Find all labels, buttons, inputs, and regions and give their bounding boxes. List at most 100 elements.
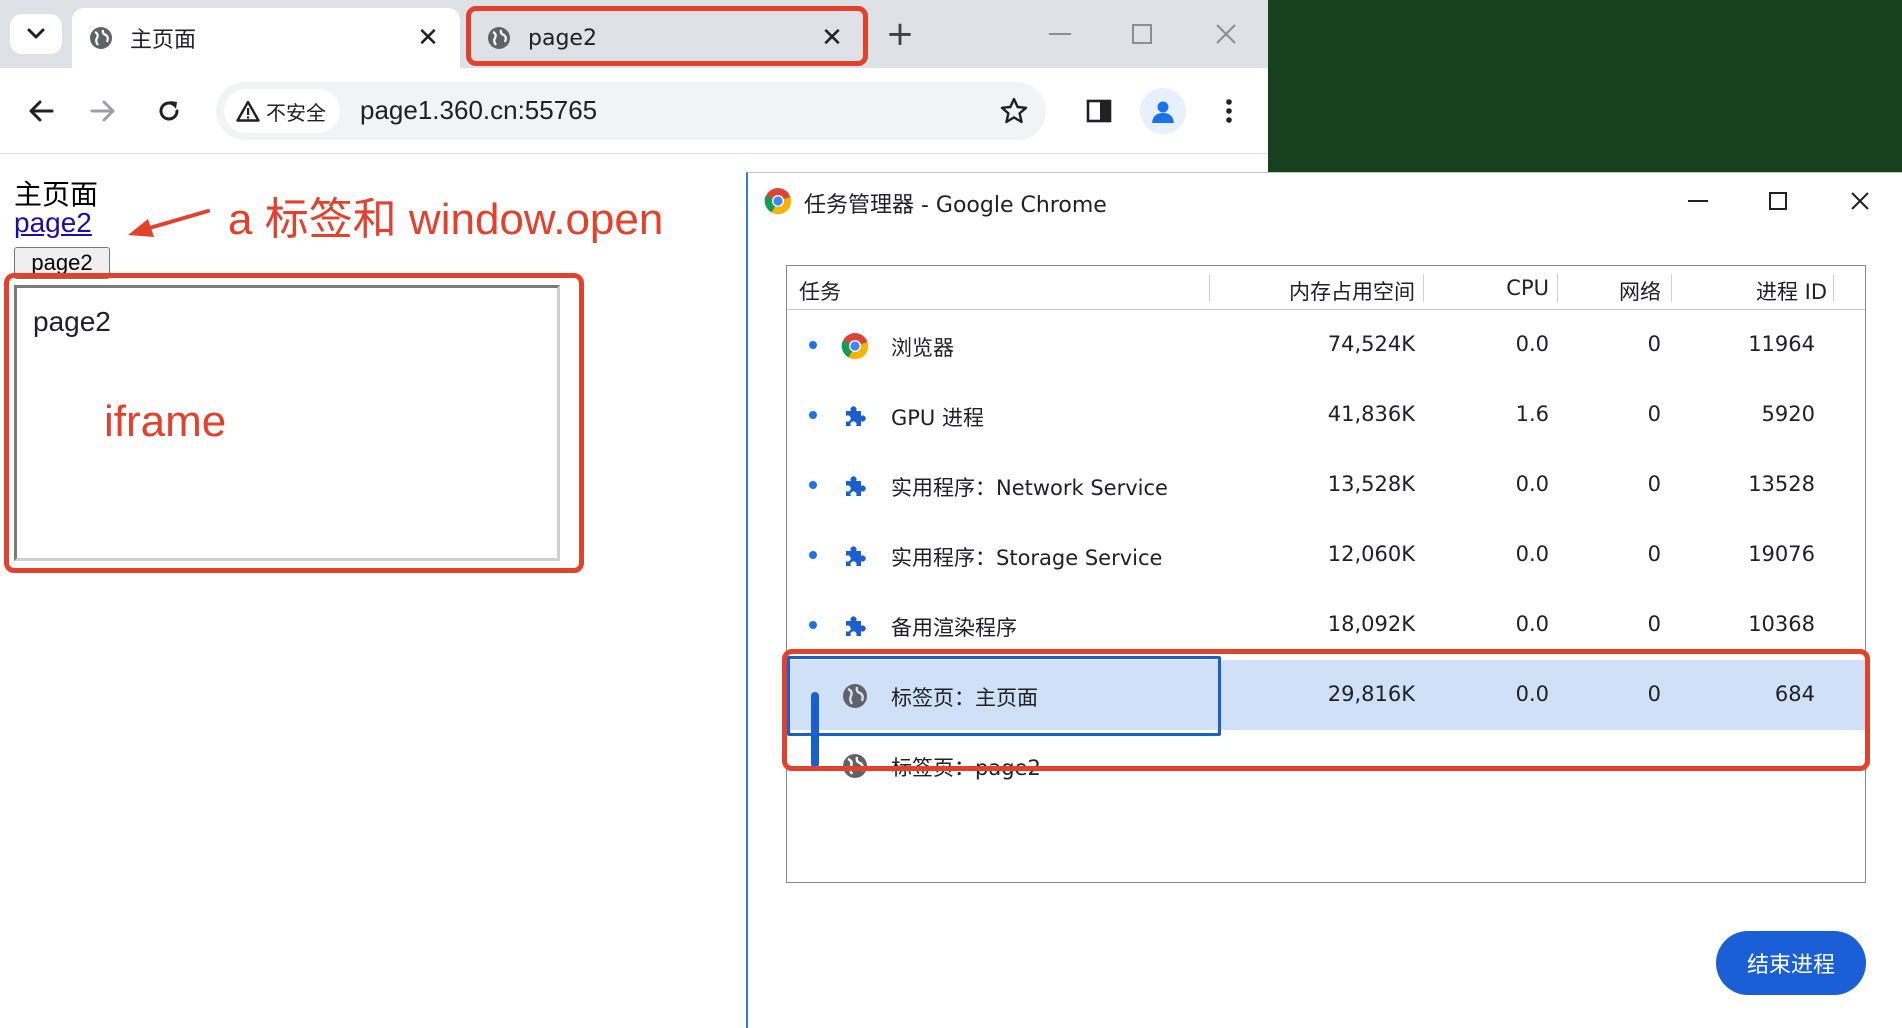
column-divider — [1671, 274, 1672, 302]
puzzle-icon — [846, 546, 866, 566]
pid-value: 11964 — [1748, 332, 1815, 356]
reload-icon — [159, 101, 179, 121]
tab-close-button[interactable]: ✕ — [408, 18, 448, 58]
forward-button[interactable] — [80, 88, 126, 134]
side-panel-icon — [1086, 99, 1112, 123]
tm-close-button[interactable] — [1832, 177, 1888, 225]
cpu-value: 0.0 — [1515, 332, 1549, 356]
end-process-button[interactable]: 结束进程 — [1716, 931, 1866, 995]
minimize-icon — [1049, 33, 1071, 35]
chrome-icon — [841, 333, 869, 360]
cpu-value: 1.6 — [1515, 402, 1549, 426]
new-tab-button[interactable]: + — [878, 12, 922, 56]
reload-button[interactable] — [146, 88, 192, 134]
maximize-button[interactable] — [1114, 8, 1170, 60]
table-row[interactable]: 实用程序：Network Service 13,528K 0.0 0 13528 — [787, 450, 1865, 520]
column-divider — [1209, 274, 1210, 302]
star-icon — [1000, 97, 1028, 124]
task-name: GPU 进程 — [891, 406, 984, 430]
network-value: 0 — [1647, 542, 1661, 566]
menu-button[interactable] — [1206, 88, 1252, 134]
warning-icon — [236, 100, 260, 122]
bookmark-button[interactable] — [992, 89, 1036, 133]
cpu-value: 0.0 — [1515, 472, 1549, 496]
annotation-tab-box — [466, 6, 868, 66]
column-header-network[interactable]: 网络 — [1619, 276, 1661, 306]
browser-toolbar: 不安全 page1.360.cn:55765 — [0, 68, 1268, 154]
column-divider — [1833, 274, 1834, 302]
tab-title: 主页面 — [130, 28, 197, 53]
row-bullet — [809, 621, 817, 629]
pid-value: 13528 — [1748, 472, 1815, 496]
pid-value: 10368 — [1748, 612, 1815, 636]
memory-value: 74,524K — [1327, 332, 1415, 356]
cpu-value: 0.0 — [1515, 612, 1549, 636]
minimize-button[interactable] — [1032, 8, 1088, 60]
chrome-icon — [764, 188, 792, 215]
network-value: 0 — [1647, 332, 1661, 356]
memory-value: 13,528K — [1327, 472, 1415, 496]
profile-button[interactable] — [1140, 88, 1186, 134]
memory-value: 41,836K — [1327, 402, 1415, 426]
minimize-icon — [1688, 200, 1708, 202]
tm-minimize-button[interactable] — [1670, 177, 1726, 225]
task-manager-window: 任务管理器 - Google Chrome 任务 内存占用空间 CPU 网络 进… — [746, 172, 1902, 1028]
task-manager-title: 任务管理器 - Google Chrome — [804, 193, 1107, 218]
close-icon — [1216, 24, 1236, 44]
table-row[interactable]: GPU 进程 41,836K 1.6 0 5920 — [787, 380, 1865, 450]
desktop-background — [1268, 0, 1902, 172]
task-manager-titlebar: 任务管理器 - Google Chrome — [748, 173, 1902, 229]
row-bullet — [809, 481, 817, 489]
task-name: 实用程序：Storage Service — [891, 546, 1163, 570]
security-label: 不安全 — [266, 100, 326, 125]
task-table-header: 任务 内存占用空间 CPU 网络 进程 ID — [787, 266, 1865, 310]
network-value: 0 — [1647, 612, 1661, 636]
row-bullet — [809, 341, 817, 349]
arrow-left-icon — [29, 100, 54, 122]
column-header-pid[interactable]: 进程 ID — [1756, 276, 1827, 306]
security-chip[interactable]: 不安全 — [224, 89, 340, 133]
puzzle-icon — [846, 616, 866, 636]
tab-search-button[interactable] — [10, 14, 62, 54]
url-text[interactable]: page1.360.cn:55765 — [360, 95, 597, 126]
tm-maximize-button[interactable] — [1750, 177, 1806, 225]
back-button[interactable] — [18, 88, 64, 134]
globe-icon — [88, 25, 114, 51]
pid-value: 5920 — [1761, 402, 1815, 426]
annotation-iframe-box — [4, 273, 584, 573]
close-icon — [1851, 192, 1869, 210]
more-vert-icon — [1226, 99, 1232, 123]
annotation-arrow-label: a 标签和 window.open — [228, 195, 664, 244]
row-bullet — [809, 411, 817, 419]
chevron-down-icon — [27, 28, 45, 39]
column-divider — [1423, 274, 1424, 302]
network-value: 0 — [1647, 402, 1661, 426]
puzzle-icon — [846, 406, 866, 426]
memory-value: 12,060K — [1327, 542, 1415, 566]
row-bullet — [809, 551, 817, 559]
side-panel-button[interactable] — [1076, 88, 1122, 134]
annotation-arrow-icon — [128, 209, 210, 237]
table-row[interactable]: 实用程序：Storage Service 12,060K 0.0 0 19076 — [787, 520, 1865, 590]
maximize-icon — [1769, 192, 1787, 210]
annotation-tabs-box — [782, 649, 1870, 771]
arrow-right-icon — [90, 100, 115, 122]
table-row[interactable]: 浏览器 74,524K 0.0 0 11964 — [787, 310, 1865, 380]
task-name: 实用程序：Network Service — [891, 476, 1168, 500]
pid-value: 19076 — [1748, 542, 1815, 566]
tab-main-page[interactable]: 主页面 ✕ — [72, 8, 460, 68]
column-header-cpu[interactable]: CPU — [1506, 276, 1549, 300]
page2-link[interactable]: page2 — [14, 207, 92, 239]
task-table: 任务 内存占用空间 CPU 网络 进程 ID 浏览器 74,524K 0.0 0… — [786, 265, 1866, 883]
task-name: 备用渲染程序 — [891, 616, 1017, 640]
cpu-value: 0.0 — [1515, 542, 1549, 566]
task-name: 浏览器 — [891, 336, 954, 360]
address-bar[interactable]: 不安全 page1.360.cn:55765 — [216, 82, 1046, 140]
column-header-memory[interactable]: 内存占用空间 — [1289, 276, 1415, 306]
column-header-task[interactable]: 任务 — [799, 276, 841, 306]
close-window-button[interactable] — [1198, 8, 1254, 60]
maximize-icon — [1132, 24, 1152, 44]
puzzle-icon — [846, 476, 866, 496]
memory-value: 18,092K — [1327, 612, 1415, 636]
avatar-icon — [1152, 101, 1174, 123]
